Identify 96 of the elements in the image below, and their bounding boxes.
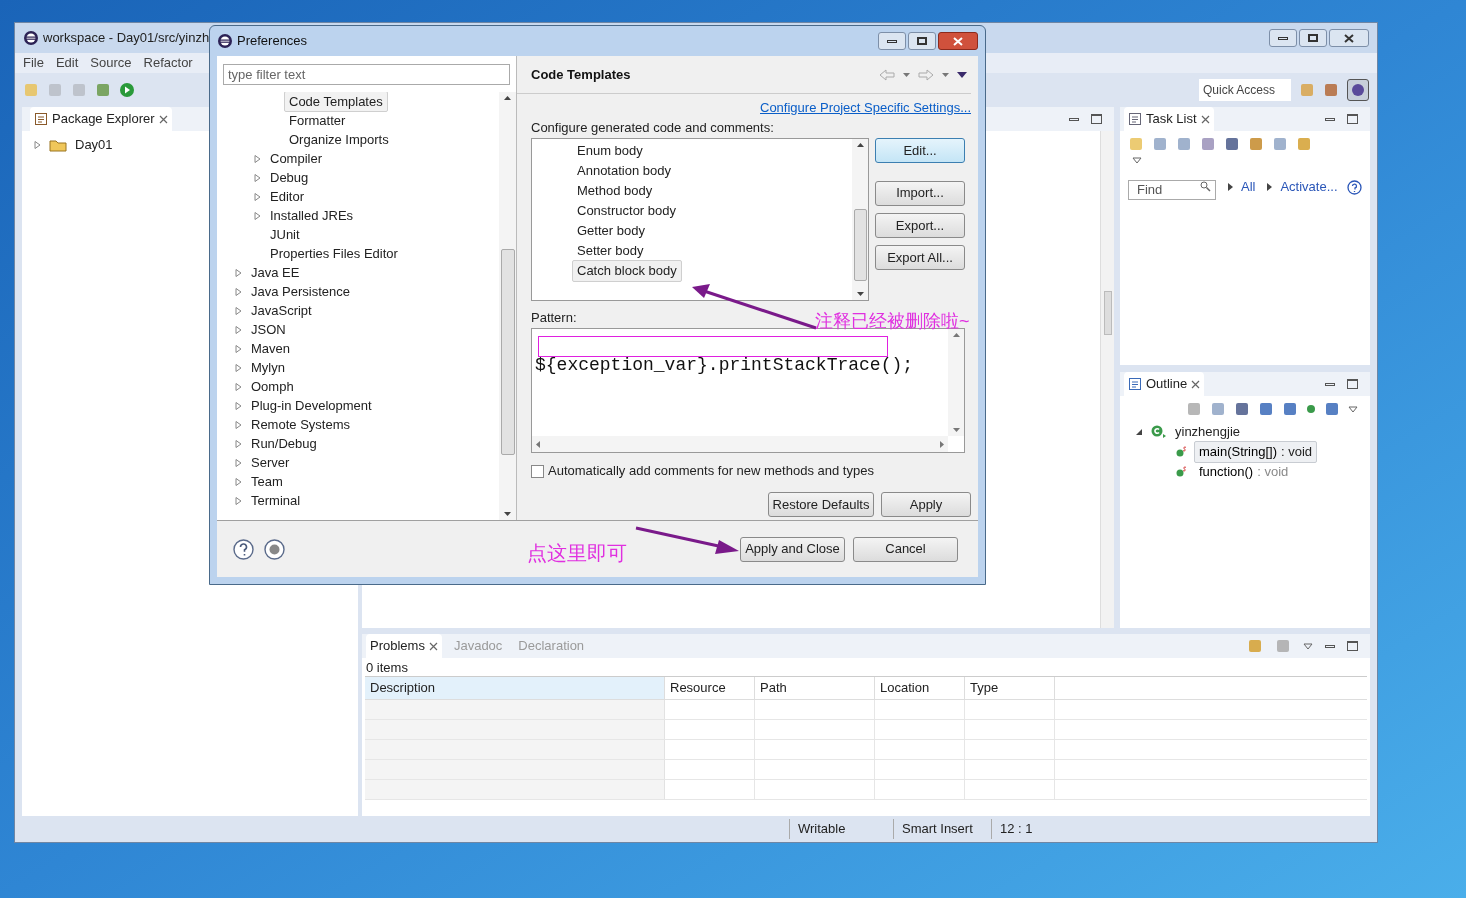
checkbox-label: Automatically add comments for new methods and types [548,462,874,481]
page-button[interactable]: Restore Defaults [768,492,874,517]
menu-icon[interactable] [957,71,967,78]
run-icon[interactable] [119,82,135,98]
close-button[interactable] [1329,29,1369,47]
tree-item[interactable]: Day01 [75,135,113,155]
description-text: Configure generated code and comments: [531,119,774,137]
minimize-button[interactable] [878,32,906,50]
dialog-button[interactable]: Apply and Close [740,536,845,562]
list-item[interactable]: Enum body [572,140,648,162]
record-icon[interactable] [264,538,285,560]
project-folder-icon [49,138,67,152]
outline-icon [1128,377,1142,391]
close-icon[interactable] [428,641,438,651]
menu-item[interactable]: Refactor [143,53,193,73]
dialog-title: Preferences [237,32,308,51]
link[interactable]: Activate... [1280,177,1338,197]
menu-item[interactable]: File [23,53,44,73]
menu-item[interactable]: Edit [55,53,79,73]
close-icon[interactable] [1191,379,1201,389]
filter-field[interactable]: type filter text [223,64,510,85]
template-button[interactable]: Export All... [875,245,965,270]
view-menu-icon[interactable] [1348,405,1358,413]
window-title: workspace - Day01/src/yinzh [43,29,210,48]
scroll-left-icon[interactable] [536,440,540,448]
minimize-button[interactable] [1325,644,1335,648]
list-item[interactable]: Method body [572,180,658,202]
task-list-icon [1128,112,1142,126]
list-item[interactable]: Setter body [572,240,649,262]
maximize-button[interactable] [1091,114,1102,124]
pattern-label: Pattern: [531,309,577,327]
maximize-button[interactable] [1347,379,1358,389]
maximize-button[interactable] [1347,641,1358,651]
maximize-button[interactable] [908,32,936,50]
search-icon [1200,181,1211,192]
item-count: 0 items [365,659,409,676]
column-header[interactable]: Path [755,677,875,699]
expand-arrow-icon [1267,183,1273,191]
column-header[interactable]: Location [875,677,965,699]
page-title: Code Templates [531,65,631,84]
list-item[interactable]: Catch block body [572,260,682,282]
close-button[interactable] [938,32,978,50]
tree-item[interactable]: function() : void [1194,461,1294,483]
maximize-button[interactable] [1347,114,1358,124]
close-icon [1344,33,1354,43]
panel-tab[interactable]: Problems [366,634,442,658]
status-field: Writable [789,819,893,839]
find-field[interactable]: Find [1128,179,1216,200]
minimize-button[interactable] [1325,117,1335,121]
template-button[interactable]: Edit... [875,138,965,164]
dialog-button[interactable]: Cancel [853,536,958,562]
minimize-button[interactable] [1069,117,1079,121]
tree-item[interactable]: Code Templates [284,92,388,113]
template-button[interactable]: Import... [875,180,965,206]
app-icon [23,30,39,46]
close-icon [953,36,963,46]
column-header[interactable]: Type [965,677,1055,699]
maximize-button[interactable] [1299,29,1327,47]
link[interactable]: All [1241,177,1256,197]
app-icon [217,33,233,49]
close-icon[interactable] [1200,114,1210,124]
link[interactable]: Configure Project Specific Settings... [760,97,971,118]
status-field: Smart Insert [893,819,991,839]
list-item[interactable]: Constructor body [572,200,681,222]
help-icon[interactable] [1347,179,1362,195]
template-button[interactable]: Export... [875,212,965,238]
vertical-scrollbar[interactable] [499,92,516,520]
minimize-button[interactable] [1325,382,1335,386]
annotation-text: 点这里即可 [527,541,627,566]
column-header[interactable]: Resource [665,677,755,699]
vertical-scrollbar[interactable] [1100,131,1114,628]
list-item[interactable]: Annotation body [572,160,676,182]
help-icon[interactable] [233,538,254,560]
page-button[interactable]: Apply [881,492,971,517]
vertical-scrollbar[interactable] [852,139,868,300]
tree-item[interactable]: yinzhengjie [1175,422,1241,442]
checkbox[interactable] [531,464,544,478]
quick-access-field[interactable]: Quick Access [1199,79,1291,101]
package-icon [34,112,48,126]
expand-arrow-icon [1228,183,1233,191]
minimize-button[interactable] [1269,29,1297,47]
status-field: 12 : 1 [991,819,1081,839]
class-icon [1151,425,1167,439]
horizontal-scrollbar[interactable] [532,436,948,452]
column-header[interactable]: Description [365,677,665,699]
vertical-scrollbar[interactable] [948,329,964,436]
public-member-icon[interactable] [1306,404,1316,414]
menu-item[interactable]: Source [90,53,132,73]
view-menu-icon[interactable] [1303,642,1313,650]
java-perspective-button[interactable] [1347,79,1369,101]
scroll-right-icon[interactable] [940,440,944,448]
tree-item[interactable]: main(String[]) : void [1194,441,1318,463]
close-icon[interactable] [158,114,168,124]
list-item[interactable]: Getter body [572,220,650,242]
expand-arrow-icon[interactable] [1136,428,1143,436]
view-menu-icon[interactable] [1132,157,1142,164]
